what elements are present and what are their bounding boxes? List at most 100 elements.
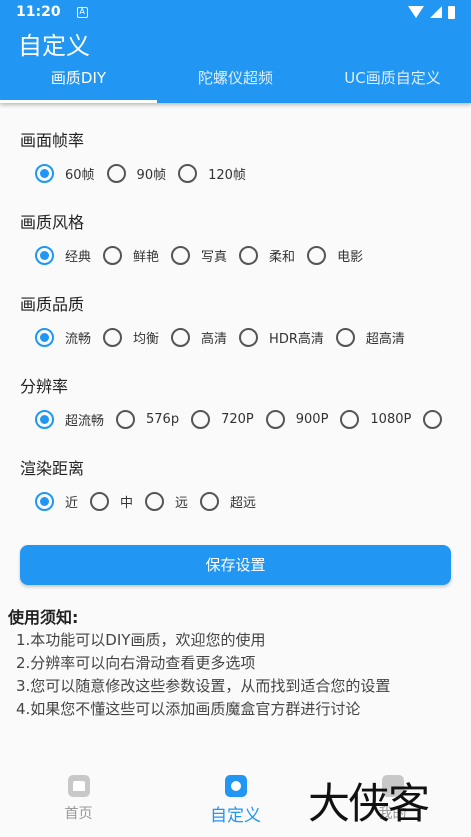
option-label: 近 [65,496,79,511]
radio-option[interactable]: 柔和 [239,246,295,265]
option-label: HDR高清 [269,332,324,347]
status-bar: 11:20 A [0,0,471,24]
radio-unchecked-icon[interactable] [340,410,360,429]
option-label: 900P [295,412,329,427]
style-options: 经典 鲜艳 写真 柔和 电影 [35,246,375,265]
radio-option[interactable]: 流畅 [35,328,91,347]
tab-uc-quality[interactable]: UC画质自定义 [314,58,471,103]
radio-unchecked-icon[interactable] [106,164,126,183]
status-time: 11:20 [16,4,61,20]
page-title: 自定义 [18,32,90,60]
radio-unchecked-icon[interactable] [307,246,327,265]
radio-unchecked-icon[interactable] [145,492,165,511]
quality-options: 流畅 均衡 高清 HDR高清 超高清 [35,328,417,347]
radio-option[interactable]: 900P [265,410,329,429]
radio-option[interactable]: 近 [35,492,78,511]
radio-option[interactable]: HDR高清 [239,328,324,347]
radio-unchecked-icon[interactable] [239,246,259,265]
section-title-quality: 画质品质 [20,295,85,314]
option-label: 576p [146,412,180,427]
radio-unchecked-icon[interactable] [103,328,123,347]
option-label: 60帧 [65,168,95,183]
nav-customize[interactable]: 自定义 [157,765,314,837]
option-label: 超流畅 [65,414,105,429]
section-title-framerate: 画面帧率 [20,131,85,150]
option-label: 鲜艳 [133,250,160,265]
option-label: 720P [221,412,254,427]
radio-option[interactable]: 高清 [171,328,227,347]
customize-icon [224,775,247,797]
wifi-icon [408,6,424,18]
save-settings-button[interactable]: 保存设置 [20,545,451,585]
nav-label: 自定义 [210,806,261,826]
option-label: 流畅 [65,332,92,347]
tab-gyro-overclock[interactable]: 陀螺仪超频 [157,58,314,103]
radio-option[interactable]: 1080P [340,410,411,429]
radio-checked-icon[interactable] [35,164,54,183]
radio-option[interactable]: 写真 [171,246,227,265]
option-label: 远 [175,496,189,511]
note-item: 1.本功能可以DIY画质，欢迎您的使用 [16,631,266,649]
watermark-logo: 大侠客 [308,779,430,828]
radio-unchecked-icon[interactable] [239,328,259,347]
radio-option[interactable]: 中 [90,492,133,511]
resolution-options[interactable]: 超流畅 576p 720P 900P 1080P [35,410,465,429]
radio-option[interactable]: 均衡 [103,328,159,347]
radio-option[interactable]: 120帧 [178,164,246,183]
radio-unchecked-icon[interactable] [171,246,191,265]
option-label: 电影 [337,250,364,265]
section-title-resolution: 分辨率 [20,377,69,396]
battery-icon [448,5,455,19]
radio-unchecked-icon[interactable] [178,164,198,183]
note-item: 2.分辨率可以向右滑动查看更多选项 [16,654,256,672]
radio-unchecked-icon[interactable] [335,328,355,347]
radio-unchecked-icon[interactable] [423,410,443,429]
option-label: 柔和 [269,250,296,265]
radio-option[interactable]: 超流畅 [35,410,104,429]
note-item: 3.您可以随意修改这些参数设置，从而找到适合您的设置 [16,677,391,695]
radio-option[interactable]: 超远 [200,492,256,511]
option-label: 中 [120,496,134,511]
radio-option[interactable]: 鲜艳 [103,246,159,265]
radio-option[interactable]: 经典 [35,246,91,265]
radio-unchecked-icon[interactable] [200,492,220,511]
radio-option[interactable]: 超高清 [335,328,405,347]
radio-option[interactable]: 576p [116,410,179,429]
app-bar: 11:20 A 自定义 画质DIY 陀螺仪超频 UC画质自定义 [0,0,471,103]
framerate-options: 60帧 90帧 120帧 [35,164,258,183]
option-label: 均衡 [133,332,160,347]
option-label: 经典 [65,250,92,265]
tab-bar: 画质DIY 陀螺仪超频 UC画质自定义 [0,58,471,103]
radio-option[interactable] [423,410,453,429]
radio-option[interactable]: 90帧 [106,164,167,183]
nav-home[interactable]: 首页 [0,765,157,837]
tab-quality-diy[interactable]: 画质DIY [0,58,157,103]
radio-checked-icon[interactable] [35,246,54,265]
radio-unchecked-icon[interactable] [103,246,123,265]
radio-unchecked-icon[interactable] [90,492,110,511]
radio-unchecked-icon[interactable] [191,410,211,429]
radio-checked-icon[interactable] [35,492,54,511]
option-label: 超远 [230,496,257,511]
radio-unchecked-icon[interactable] [171,328,191,347]
radio-option[interactable]: 720P [191,410,254,429]
notes-title: 使用须知: [8,608,79,627]
radio-option[interactable]: 远 [145,492,188,511]
option-label: 写真 [201,250,228,265]
option-label: 120帧 [208,168,246,183]
radio-option[interactable]: 60帧 [35,164,95,183]
radio-unchecked-icon[interactable] [116,410,136,429]
option-label: 90帧 [136,168,167,183]
radio-option[interactable]: 电影 [307,246,363,265]
notification-icon: A [76,6,88,18]
note-item: 4.如果您不懂这些可以添加画质魔盒官方群进行讨论 [16,700,361,718]
section-title-style: 画质风格 [20,213,85,232]
system-icons [408,5,455,19]
home-icon [67,775,90,797]
render-distance-options: 近 中 远 超远 [35,492,268,511]
radio-unchecked-icon[interactable] [265,410,285,429]
radio-checked-icon[interactable] [35,328,54,347]
nav-label: 首页 [64,806,93,822]
option-label: 1080P [370,412,412,427]
radio-checked-icon[interactable] [35,410,54,429]
